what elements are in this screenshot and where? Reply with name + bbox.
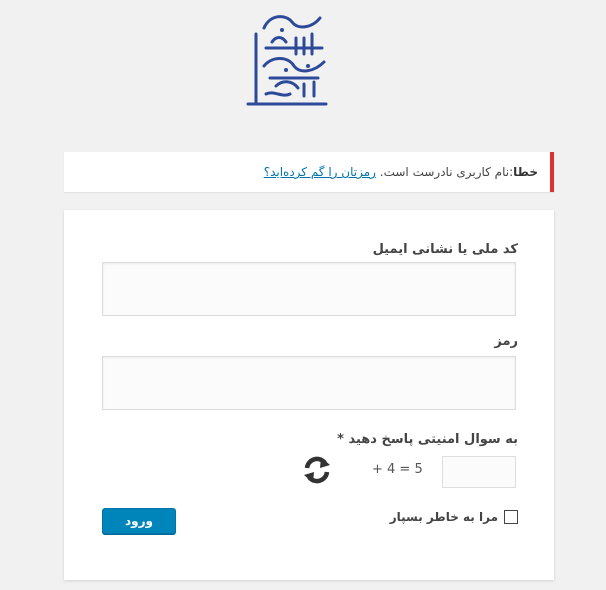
- error-message: :نام کاربری نادرست است.: [379, 165, 514, 179]
- error-prefix: خطا: [513, 165, 538, 179]
- captcha-input[interactable]: [442, 456, 516, 488]
- refresh-icon[interactable]: [302, 455, 332, 485]
- captcha-label: به سوال امنیتی پاسخ دهید *: [337, 432, 518, 447]
- organization-logo: [246, 15, 328, 106]
- password-input[interactable]: [102, 356, 516, 410]
- captcha-expression: + 4 = 5: [372, 462, 423, 477]
- username-label: کد ملی یا نشانی ایمیل: [372, 242, 518, 257]
- remember-checkbox[interactable]: [504, 510, 518, 524]
- username-input[interactable]: [102, 262, 516, 316]
- login-button[interactable]: ورود: [102, 508, 176, 534]
- remember-me[interactable]: مرا به خاطر بسپار: [390, 510, 518, 524]
- password-label: رمز: [494, 334, 518, 349]
- lost-password-link[interactable]: رمزتان را گم کرده‌اید؟: [264, 165, 376, 179]
- login-form: کد ملی یا نشانی ایمیل رمز به سوال امنیتی…: [64, 210, 554, 580]
- error-notice: خطا:نام کاربری نادرست است. رمزتان را گم …: [64, 152, 554, 192]
- remember-label: مرا به خاطر بسپار: [389, 510, 498, 524]
